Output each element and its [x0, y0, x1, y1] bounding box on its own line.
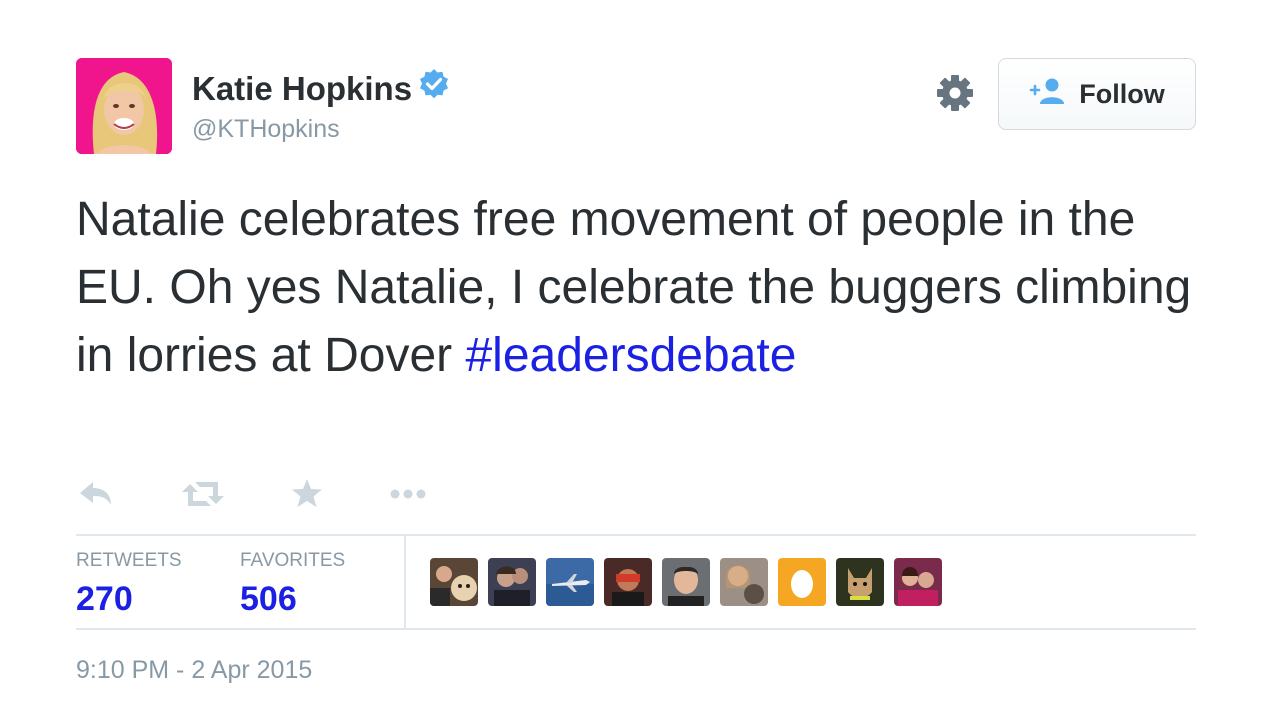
- profile-avatar[interactable]: [76, 58, 172, 154]
- user-name[interactable]: Katie Hopkins: [192, 68, 450, 108]
- verified-badge-icon: [418, 68, 450, 108]
- stats-bottom-divider: [76, 628, 1196, 630]
- favoriter-avatar-8[interactable]: [836, 558, 884, 606]
- reply-icon[interactable]: [78, 474, 114, 519]
- favoriter-avatar-6[interactable]: [720, 558, 768, 606]
- favoriter-avatar-4[interactable]: [604, 558, 652, 606]
- gear-icon[interactable]: [936, 74, 974, 112]
- favoriter-avatar-2[interactable]: [488, 558, 536, 606]
- stats-vertical-divider: [404, 536, 406, 628]
- tweet-text: Natalie celebrates free movement of peop…: [76, 186, 1196, 390]
- favorites-label[interactable]: FAVORITES: [240, 550, 345, 572]
- follow-user-icon: [1029, 77, 1065, 112]
- user-name-text: Katie Hopkins: [192, 70, 413, 107]
- favoriter-avatar-7[interactable]: [778, 558, 826, 606]
- hashtag-link[interactable]: #leadersdebate: [465, 329, 796, 382]
- tweet-timestamp[interactable]: 9:10 PM - 2 Apr 2015: [76, 656, 312, 685]
- user-handle[interactable]: @KTHopkins: [192, 115, 340, 144]
- follow-button-label: Follow: [1079, 78, 1165, 109]
- follow-button[interactable]: Follow: [998, 58, 1196, 130]
- avatar-image: [76, 58, 172, 154]
- favoriter-avatar-3[interactable]: [546, 558, 594, 606]
- favoriter-avatar-5[interactable]: [662, 558, 710, 606]
- favoriter-avatar-1[interactable]: [430, 558, 478, 606]
- retweets-count[interactable]: 270: [76, 580, 133, 619]
- more-icon[interactable]: [388, 474, 430, 519]
- retweet-icon[interactable]: [182, 474, 224, 519]
- favoriter-avatar-9[interactable]: [894, 558, 942, 606]
- star-icon[interactable]: [290, 474, 324, 519]
- stats-top-divider: [76, 534, 1196, 536]
- favorites-count[interactable]: 506: [240, 580, 297, 619]
- retweets-label[interactable]: RETWEETS: [76, 550, 182, 572]
